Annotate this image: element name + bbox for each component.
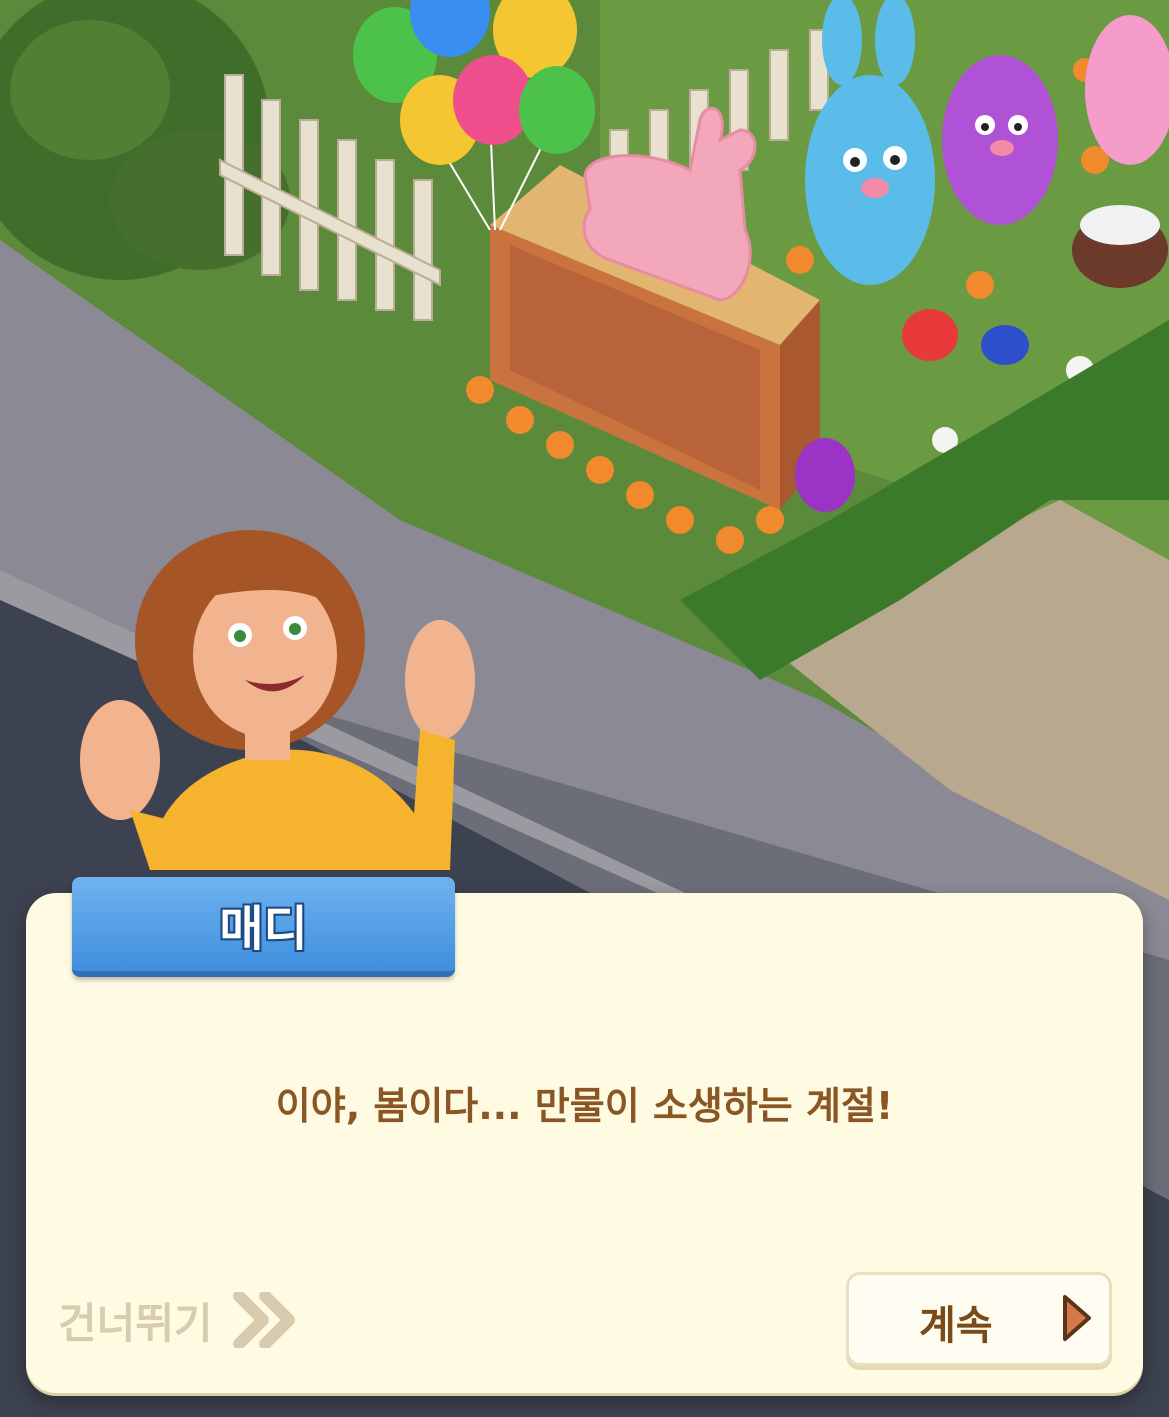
purple-egg-bunny bbox=[942, 55, 1058, 225]
dialog-message: 이야, 봄이다... 만물이 소생하는 계절! bbox=[275, 1084, 894, 1128]
skip-button[interactable]: 건너뛰기 bbox=[58, 1285, 297, 1355]
play-triangle-icon bbox=[1063, 1295, 1091, 1341]
continue-button[interactable]: 계속 bbox=[846, 1272, 1112, 1366]
continue-label: 계속 bbox=[919, 1303, 993, 1349]
speaker-name: 매디 bbox=[219, 901, 308, 957]
double-chevron-right-icon bbox=[232, 1292, 295, 1348]
skip-label: 건너뛰기 bbox=[58, 1298, 213, 1348]
candy bbox=[902, 309, 958, 361]
speaker-nameplate: 매디 bbox=[72, 877, 455, 977]
purple-egg bbox=[795, 438, 855, 512]
